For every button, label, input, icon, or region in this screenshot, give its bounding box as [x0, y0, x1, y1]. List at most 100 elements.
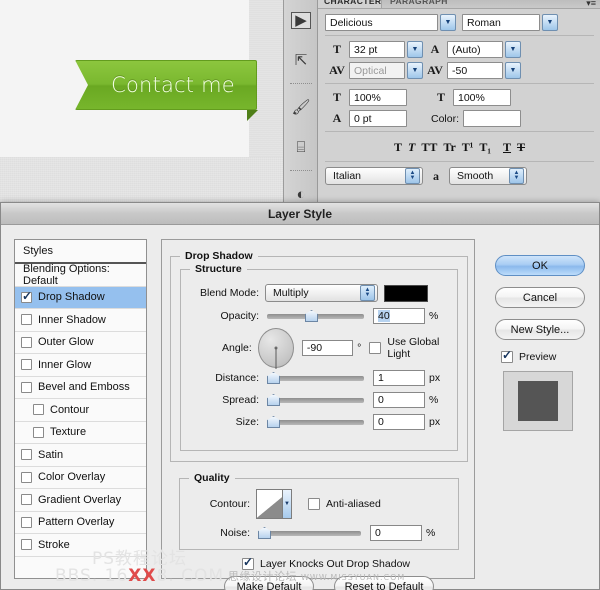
style-item-satin[interactable]: Satin [15, 444, 146, 467]
contact-ribbon-body[interactable]: Contact me [75, 60, 257, 110]
reset-to-default-button[interactable]: Reset to Default [334, 576, 434, 590]
style-item-stroke[interactable]: Stroke [15, 534, 146, 557]
opacity-input[interactable]: 40 [373, 308, 425, 324]
size-slider-thumb[interactable] [267, 416, 280, 428]
make-default-button[interactable]: Make Default [224, 576, 314, 590]
style-item-color-overlay[interactable]: Color Overlay [15, 467, 146, 489]
preview-row[interactable]: Preview [501, 348, 585, 363]
vertical-scale-input[interactable]: 100% [349, 89, 407, 106]
noise-slider-thumb[interactable] [258, 527, 271, 539]
font-family-chevron-down-icon[interactable]: ▼ [440, 14, 456, 31]
spread-input[interactable]: 0 [373, 392, 425, 408]
outer-glow-checkbox[interactable] [21, 336, 32, 348]
style-item-gradient-overlay[interactable]: Gradient Overlay [15, 489, 146, 512]
pattern-overlay-checkbox[interactable] [21, 516, 32, 528]
contour-preset-swatch[interactable]: ▼ [256, 489, 292, 519]
font-family-input[interactable]: Delicious [325, 14, 438, 31]
noise-slider[interactable] [258, 526, 361, 540]
angle-input[interactable]: -90 [301, 340, 354, 356]
tab-character[interactable]: CHARACTER [324, 0, 381, 6]
spread-slider[interactable] [267, 393, 364, 407]
angle-dial[interactable] [257, 328, 294, 369]
bevel-emboss-checkbox[interactable] [21, 381, 32, 393]
collapsed-panel-icon-strip[interactable]: ▶ ⇱ 🖌 ⌸ ◐ ◉ [284, 0, 318, 242]
tab-paragraph[interactable]: PARAGRAPH [390, 0, 448, 6]
font-size-input[interactable]: 32 pt [349, 41, 405, 58]
style-item-inner-glow[interactable]: Inner Glow [15, 354, 146, 377]
opacity-slider-thumb[interactable] [305, 310, 318, 322]
strikethrough-button[interactable]: T [517, 140, 525, 155]
panel-menu-icon[interactable]: ▾≡ [586, 0, 596, 8]
texture-checkbox[interactable] [33, 426, 44, 438]
noise-input[interactable]: 0 [370, 525, 422, 541]
styles-list-panel[interactable]: Styles Blending Options: Default Drop Sh… [14, 239, 147, 579]
style-item-contour[interactable]: Contour [15, 399, 146, 422]
inner-shadow-checkbox[interactable] [21, 314, 32, 326]
layer-knocks-out-checkbox[interactable] [242, 555, 254, 570]
gradient-overlay-checkbox[interactable] [21, 494, 32, 506]
ok-button[interactable]: OK [495, 255, 585, 276]
layer-knocks-out-row[interactable]: Layer Knocks Out Drop Shadow [242, 555, 410, 570]
superscript-button[interactable]: T¹ [462, 140, 474, 155]
blend-mode-select[interactable]: Multiply ▲ ▼ [265, 284, 378, 302]
small-caps-button[interactable]: Tr [443, 140, 455, 155]
all-caps-button[interactable]: TT [421, 140, 437, 155]
clone-source-icon[interactable]: ⌸ [284, 127, 318, 167]
subscript-button[interactable]: T₁ [479, 140, 491, 155]
size-input[interactable]: 0 [373, 414, 425, 430]
font-style-input[interactable]: Roman [462, 14, 540, 31]
new-style-button[interactable]: New Style... [495, 319, 585, 340]
size-slider[interactable] [267, 415, 364, 429]
inner-glow-checkbox[interactable] [21, 359, 32, 371]
brush-icon[interactable]: 🖌 [284, 87, 318, 127]
underline-button[interactable]: T [503, 140, 511, 155]
drop-shadow-checkbox[interactable] [21, 289, 32, 303]
opacity-slider[interactable] [267, 309, 364, 323]
font-style-button-group[interactable]: T T TT Tr T¹ T₁ T T [325, 137, 594, 157]
animation-icon[interactable]: ▶ [284, 0, 318, 40]
distance-slider[interactable] [267, 371, 364, 385]
baseline-shift-input[interactable]: 0 pt [349, 110, 407, 127]
style-item-inner-shadow[interactable]: Inner Shadow [15, 309, 146, 332]
language-spinner-icon[interactable]: ▲ ▼ [405, 168, 420, 184]
kerning-input[interactable]: Optical [349, 62, 405, 79]
preview-checkbox[interactable] [501, 348, 513, 363]
anti-alias-spinner-icon[interactable]: ▲ ▼ [509, 168, 524, 184]
horizontal-scale-input[interactable]: 100% [453, 89, 511, 106]
italic-button[interactable]: T [408, 140, 415, 155]
contact-ribbon[interactable]: Contact me [75, 60, 258, 121]
contour-chevron-down-icon[interactable]: ▼ [282, 490, 291, 518]
leading-input[interactable]: (Auto) [447, 41, 503, 58]
color-overlay-checkbox[interactable] [21, 471, 32, 483]
kerning-chevron-down-icon[interactable]: ▼ [407, 62, 423, 79]
text-color-swatch[interactable] [463, 110, 522, 127]
panel-tab-bar[interactable]: CHARACTER PARAGRAPH ▾≡ [318, 0, 600, 9]
cancel-button[interactable]: Cancel [495, 287, 585, 308]
stroke-checkbox[interactable] [21, 539, 32, 551]
shadow-color-swatch[interactable] [384, 284, 428, 302]
anti-alias-select[interactable]: Smooth ▲ ▼ [449, 167, 527, 185]
tracking-chevron-down-icon[interactable]: ▼ [505, 62, 521, 79]
font-style-chevron-down-icon[interactable]: ▼ [542, 14, 558, 31]
styles-list-header[interactable]: Styles [15, 240, 146, 264]
language-select[interactable]: Italian ▲ ▼ [325, 167, 423, 185]
satin-checkbox[interactable] [21, 449, 32, 461]
distance-slider-thumb[interactable] [267, 372, 280, 384]
style-item-blending-options[interactable]: Blending Options: Default [15, 263, 146, 287]
anti-aliased-checkbox[interactable] [308, 498, 320, 510]
font-size-chevron-down-icon[interactable]: ▼ [407, 41, 423, 58]
contour-checkbox[interactable] [33, 404, 44, 416]
bold-button[interactable]: T [394, 140, 402, 155]
default-buttons-row[interactable]: Make Default Reset to Default [224, 576, 434, 590]
style-item-texture[interactable]: Texture [15, 422, 146, 444]
history-icon[interactable]: ⇱ [284, 40, 318, 80]
dialog-title-bar[interactable]: Layer Style [1, 203, 599, 225]
use-global-light-checkbox[interactable] [369, 342, 382, 354]
tracking-input[interactable]: -50 [447, 62, 503, 79]
distance-input[interactable]: 1 [373, 370, 425, 386]
style-item-drop-shadow[interactable]: Drop Shadow [15, 286, 146, 309]
style-item-pattern-overlay[interactable]: Pattern Overlay [15, 512, 146, 534]
spread-slider-thumb[interactable] [267, 394, 280, 406]
blend-mode-spinner-icon[interactable]: ▲ ▼ [360, 285, 375, 301]
leading-chevron-down-icon[interactable]: ▼ [505, 41, 521, 58]
